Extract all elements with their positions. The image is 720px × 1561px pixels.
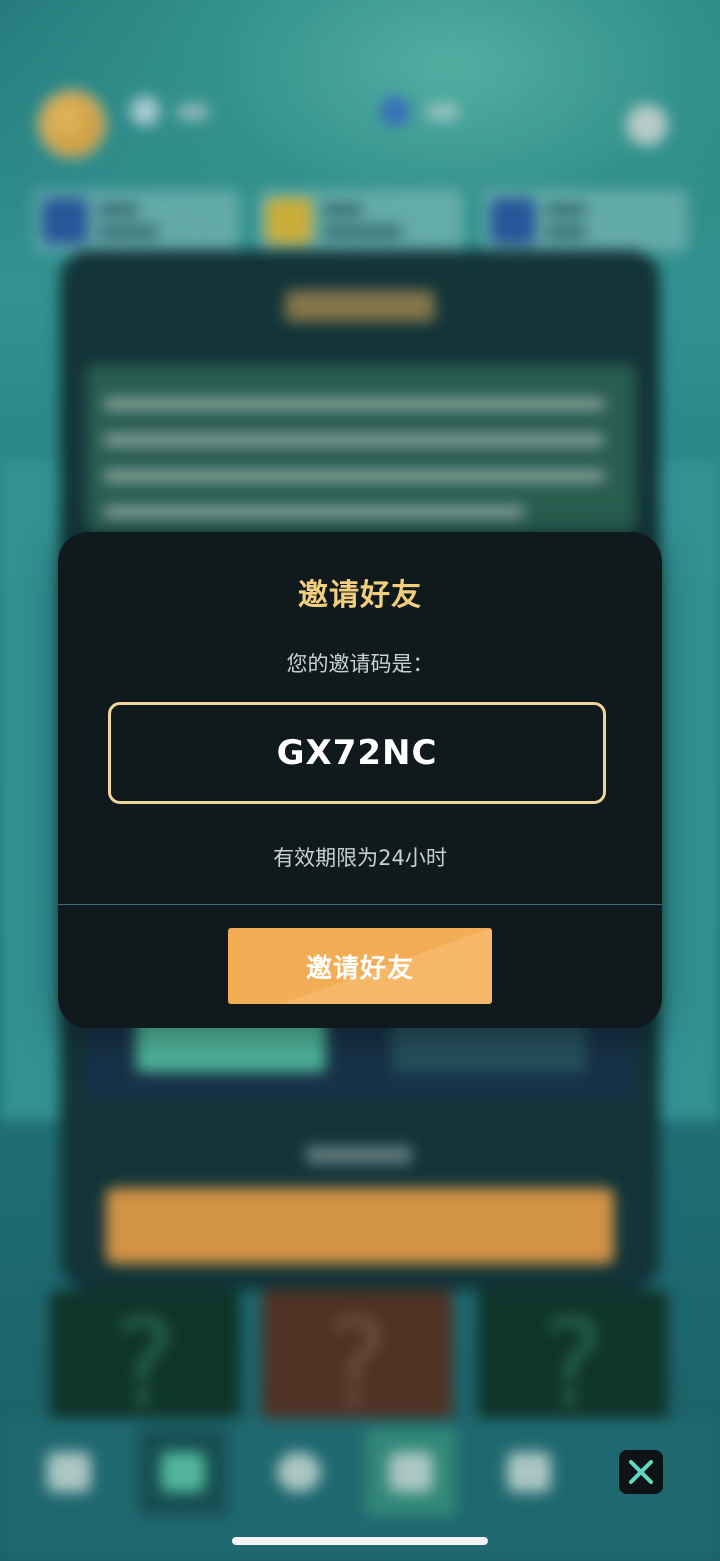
invite-friends-button[interactable]: 邀请好友 [228, 928, 492, 1004]
invite-code-box[interactable]: GX72NC [108, 702, 606, 804]
close-button[interactable] [619, 1450, 663, 1494]
invite-code: GX72NC [276, 733, 438, 773]
invite-code-label: 您的邀请码是： [286, 652, 434, 676]
divider [58, 904, 662, 905]
invite-modal: 邀请好友 您的邀请码是： GX72NC 有效期限为24小时 邀请好友 [58, 532, 662, 1028]
home-indicator[interactable] [232, 1537, 488, 1545]
modal-title: 邀请好友 [298, 578, 422, 613]
validity-note: 有效期限为24小时 [273, 846, 447, 870]
app-screen: ? ? ? 邀请好友 您的邀请码是： GX72NC 有效期限为24小时 邀请好友 [0, 0, 720, 1561]
close-icon [629, 1460, 653, 1484]
